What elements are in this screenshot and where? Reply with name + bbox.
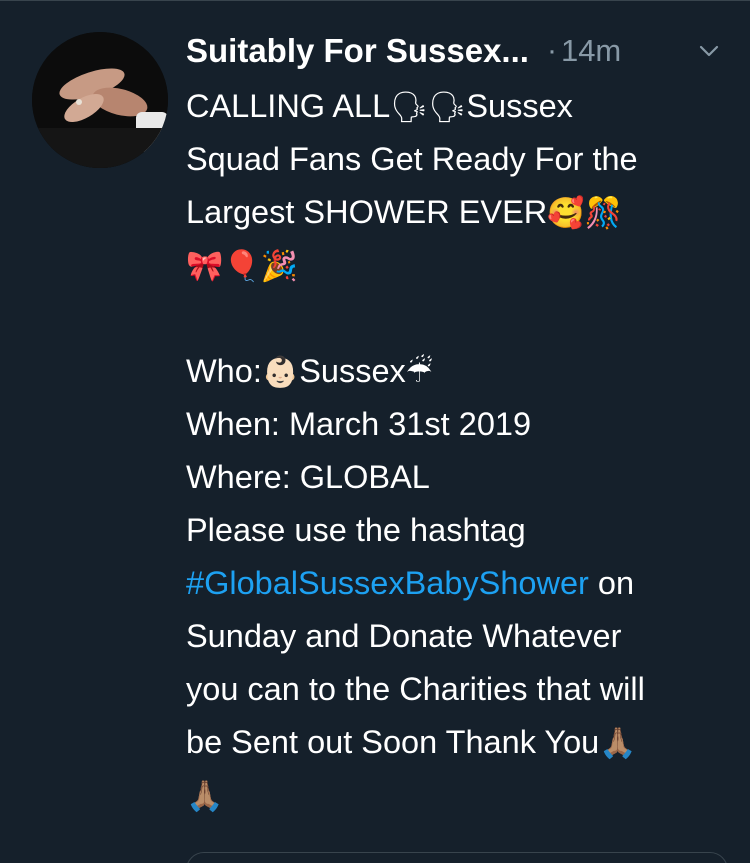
ribbon-balloon-popper-emoji: 🎀🎈🎉 (186, 249, 299, 284)
tweet-line-sent-out: be Sent out Soon Thank You🙏🏽 (186, 716, 726, 769)
who-value: Sussex (299, 353, 406, 389)
text-sussex: Sussex (466, 88, 573, 124)
quoted-card-edge[interactable] (186, 852, 728, 863)
timestamp[interactable]: 14m (561, 33, 621, 69)
speaking-head-emoji: 🗣🗣 (390, 90, 467, 125)
hashtag-link[interactable]: #GlobalSussexBabyShower (186, 565, 589, 601)
tweet-line-you-can: you can to the Charities that will (186, 671, 645, 707)
who-label: Who: (186, 353, 262, 389)
tweet-text: CALLING ALL🗣🗣Sussex Squad Fans Get Ready… (186, 80, 726, 822)
tweet-line-who: Who:👶🏻Sussex☔ (186, 345, 726, 398)
tweet-header: Suitably For Sussex... · 14m (186, 28, 726, 74)
tweet-line-where: Where: GLOBAL (186, 459, 430, 495)
tweet-line-3: Largest SHOWER EVER🥰🎊 (186, 186, 726, 239)
tweet-line-1: CALLING ALL🗣🗣Sussex (186, 80, 726, 133)
chevron-down-icon[interactable] (696, 38, 722, 64)
avatar[interactable] (32, 32, 168, 168)
text-sent-out: be Sent out Soon Thank You (186, 724, 600, 760)
text-on: on (588, 565, 635, 601)
tweet[interactable]: Suitably For Sussex... · 14m CALLING ALL… (0, 0, 750, 863)
separator-dot: · (546, 34, 557, 67)
umbrella-emoji: ☔ (405, 355, 433, 390)
tweet-line-4: 🎀🎈🎉 (186, 239, 726, 292)
text-calling-all: CALLING ALL (186, 88, 391, 124)
party-emoji: 🥰🎊 (547, 196, 622, 231)
praying-hands-emoji: 🙏🏽 (599, 726, 637, 761)
display-name[interactable]: Suitably For Sussex... (186, 32, 529, 70)
tweet-line-sunday: Sunday and Donate Whatever (186, 618, 622, 654)
tweet-line-2: Squad Fans Get Ready For the (186, 141, 638, 177)
tweet-line-hashtag: #GlobalSussexBabyShower on (186, 557, 726, 610)
text-largest-shower: Largest SHOWER EVER (186, 194, 548, 230)
tweet-line-when: When: March 31st 2019 (186, 406, 532, 442)
baby-emoji: 👶🏻 (261, 355, 300, 390)
tweet-line-last: 🙏🏽 (186, 769, 726, 822)
tweet-line-please: Please use the hashtag (186, 512, 526, 548)
praying-hands-emoji-2: 🙏🏽 (186, 779, 224, 814)
